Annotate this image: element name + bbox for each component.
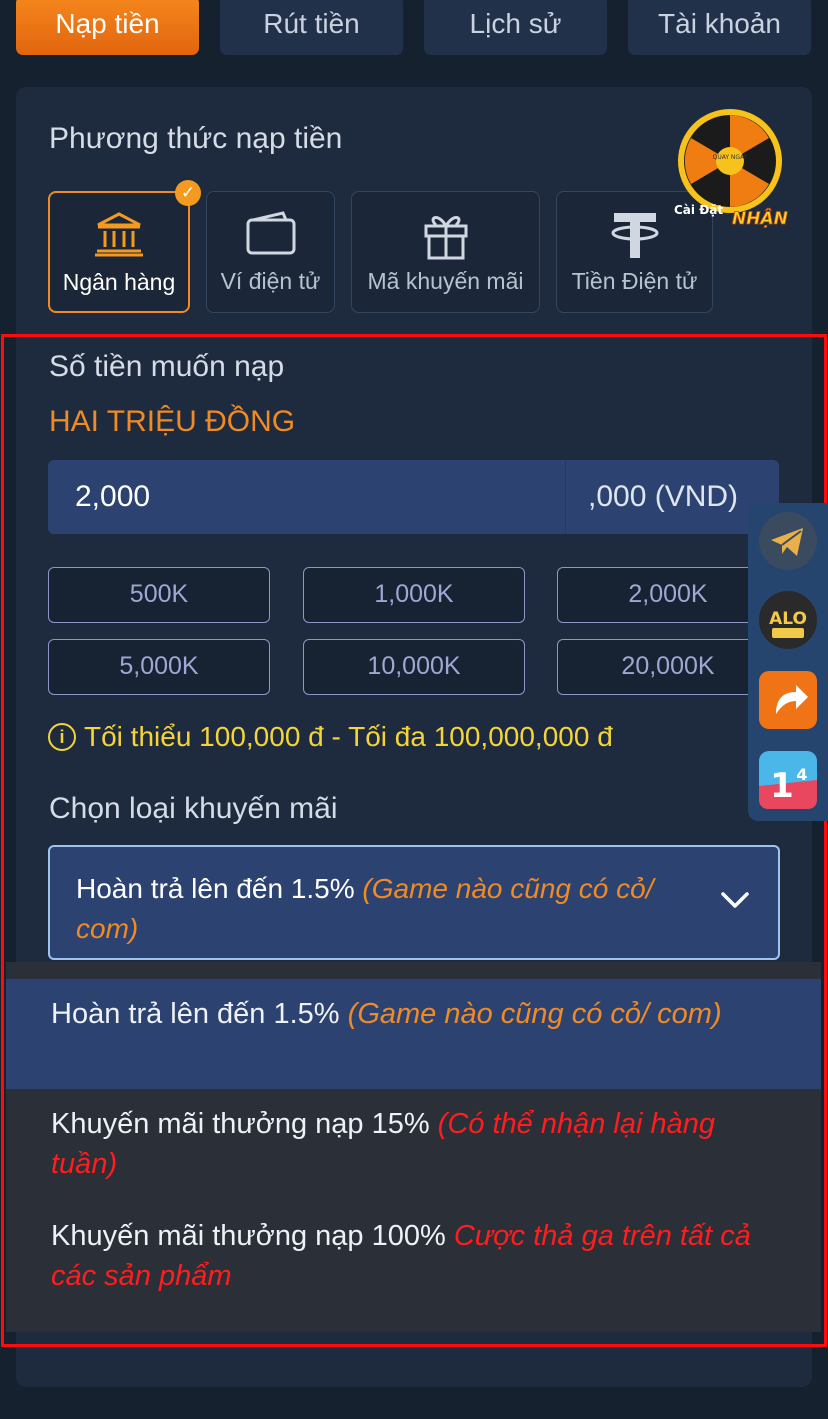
quick-amount-2000k[interactable]: 2,000K — [557, 567, 779, 623]
wheel-reward-text: NHẬN 99K — [732, 207, 794, 229]
svg-text:1: 1 — [770, 766, 794, 806]
promotion-selected-text: Hoàn trả lên đến 1.5% (Game nào cũng có … — [76, 869, 656, 949]
amount-field: 2,000 ,000 (VND) — [48, 460, 779, 534]
promotion-option-2[interactable]: Khuyến mãi thưởng nạp 15% (Có thể nhận l… — [6, 1104, 821, 1184]
tab-history[interactable]: Lịch sử — [424, 0, 607, 55]
share-icon[interactable] — [758, 670, 818, 730]
tether-icon — [609, 210, 661, 265]
option-main-text: Hoàn trả lên đến 1.5% — [51, 998, 348, 1030]
method-promo-code-label: Mã khuyến mãi — [367, 268, 524, 294]
amount-input[interactable]: 2,000 — [48, 460, 565, 534]
promotion-label: Chọn loại khuyến mãi — [49, 792, 338, 825]
top-tabs: Nạp tiền Rút tiền Lịch sử Tài khoản — [0, 0, 828, 56]
chevron-down-icon — [720, 891, 750, 914]
quick-amount-500k[interactable]: 500K — [48, 567, 270, 623]
floating-action-bar: ALO 14 — [748, 503, 828, 821]
quick-amount-5000k[interactable]: 5,000K — [48, 639, 270, 695]
amount-suffix: ,000 (VND) — [565, 460, 779, 534]
info-icon: i — [48, 723, 76, 751]
method-ewallet[interactable]: Ví điện tử — [206, 191, 335, 313]
amount-label: Số tiền muốn nạp — [49, 350, 285, 383]
app-1-icon[interactable]: 14 — [758, 750, 818, 810]
deposit-limits: i Tối thiểu 100,000 đ - Tối đa 100,000,00… — [48, 721, 613, 753]
wheel-center-text: QUAY NGAY — [713, 154, 748, 161]
promotion-select[interactable]: Hoàn trả lên đến 1.5% (Game nào cũng có … — [48, 845, 780, 960]
promotion-option-3[interactable]: Khuyến mãi thưởng nạp 100% Cược thả ga t… — [6, 1216, 821, 1296]
svg-text:ALO: ALO — [769, 609, 807, 629]
option-note-text: (Game nào cũng có cỏ/ com) — [347, 998, 722, 1030]
promotion-selected-main: Hoàn trả lên đến 1.5% — [76, 873, 363, 904]
lucky-wheel-icon: QUAY NGAY Cài Đặt NHẬN 99K — [674, 109, 828, 229]
option-main-text: Khuyến mãi thưởng nạp 100% — [51, 1220, 454, 1252]
alo-789-icon[interactable]: ALO — [758, 590, 818, 650]
option-main-text: Khuyến mãi thưởng nạp 15% — [51, 1108, 438, 1140]
method-ewallet-label: Ví điện tử — [220, 268, 321, 294]
telegram-icon[interactable] — [758, 511, 818, 571]
selected-check-icon: ✓ — [175, 180, 201, 206]
method-promo-code[interactable]: Mã khuyến mãi — [351, 191, 540, 313]
quick-amount-10000k[interactable]: 10,000K — [303, 639, 525, 695]
deposit-limits-text: Tối thiểu 100,000 đ - Tối đa 100,000,000… — [84, 721, 613, 752]
method-section-title: Phương thức nạp tiền — [49, 122, 343, 155]
tab-deposit[interactable]: Nạp tiền — [16, 0, 199, 55]
quick-amount-1000k[interactable]: 1,000K — [303, 567, 525, 623]
method-bank-label: Ngân hàng — [62, 269, 176, 295]
promotion-dropdown: Hoàn trả lên đến 1.5% (Game nào cũng có … — [6, 962, 821, 1332]
method-bank[interactable]: ✓ Ngân hàng — [48, 180, 201, 313]
tab-withdraw[interactable]: Rút tiền — [220, 0, 403, 55]
wheel-install-text: Cài Đặt — [674, 203, 723, 217]
bank-icon — [94, 211, 144, 262]
svg-text:4: 4 — [796, 765, 807, 784]
amount-in-words: HAI TRIỆU ĐỒNG — [49, 405, 296, 438]
lucky-wheel-promo[interactable]: QUAY NGAY Cài Đặt NHẬN 99K — [664, 106, 828, 236]
quick-amount-20000k[interactable]: 20,000K — [557, 639, 779, 695]
promotion-option-1[interactable]: Hoàn trả lên đến 1.5% (Game nào cũng có … — [6, 979, 821, 1089]
tab-account[interactable]: Tài khoản — [628, 0, 811, 55]
wallet-icon — [245, 210, 297, 261]
gift-icon — [422, 210, 470, 265]
method-crypto-label: Tiền Điện tử — [571, 268, 698, 294]
